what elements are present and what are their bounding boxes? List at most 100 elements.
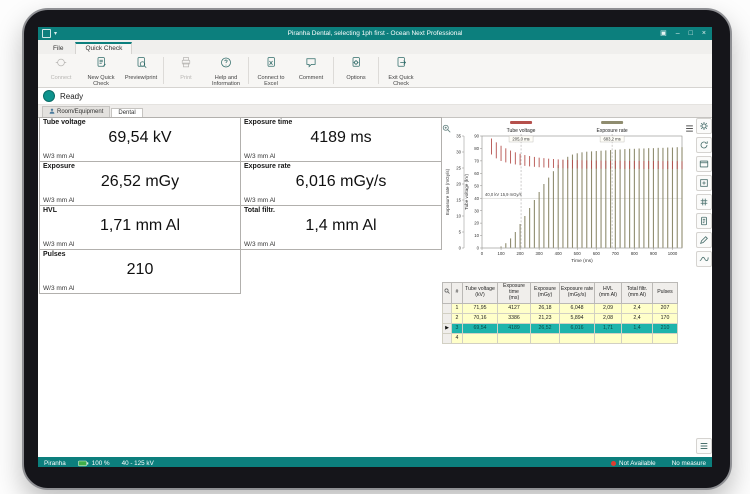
measurement-tube-voltage: Tube voltage69,54 kVW/3 mm Al (39, 117, 241, 162)
measurement-filter-note: W/3 mm Al (43, 285, 74, 292)
connection-status: Not Available (611, 460, 656, 467)
waveform-icon[interactable] (696, 251, 712, 267)
column-header-exposure-time[interactable]: Exposure time(ms) (498, 283, 531, 304)
measurement-hvl: HVL1,71 mm AlW/3 mm Al (39, 205, 241, 250)
rate-tick-label: 25 (456, 166, 461, 171)
rate-tick-label: 5 (459, 230, 462, 235)
table-cell: 6,016 (560, 323, 595, 333)
column-header-exposure-rate[interactable]: Exposure rate(mGy/s) (560, 283, 595, 304)
grid-icon[interactable] (696, 194, 712, 210)
comment-icon (305, 56, 317, 74)
ribbon-button-new-quick-check[interactable]: New Quick Check (81, 54, 121, 87)
ribbon-button-label: Exit Quick Check (382, 75, 420, 88)
rate-tick-label: 30 (456, 150, 461, 155)
x-tick-label: 700 (612, 251, 620, 256)
ribbon-button-connect[interactable]: Connect (41, 54, 81, 87)
options-icon (350, 56, 362, 74)
tab-dental[interactable]: Dental (111, 108, 142, 117)
ribbon-tab-row: FileQuick Check (38, 40, 712, 54)
ribbon-button-options[interactable]: Options (336, 54, 376, 87)
ribbon-button-preview-print[interactable]: Preview/print (121, 54, 161, 87)
kv-tick-label: 30 (474, 208, 479, 213)
ribbon-tab-file[interactable]: File (44, 43, 72, 54)
column-header-pulses[interactable]: Pulses (653, 283, 678, 304)
connect-excel-icon (265, 56, 277, 74)
measurement-label: Exposure (43, 163, 75, 170)
settings-icon[interactable] (696, 118, 712, 134)
legend-label-exposure-rate: Exposure rate (597, 128, 628, 134)
chart-menu-icon[interactable] (685, 120, 694, 138)
legend-swatch-exposure-rate[interactable] (601, 121, 623, 124)
measurement-label: Pulses (43, 251, 66, 258)
row-number: 2 (452, 313, 463, 323)
column-unit: (mGy/s) (560, 293, 594, 299)
ribbon-button-exit-quick-check[interactable]: Exit Quick Check (381, 54, 421, 87)
table-cell: 207 (653, 303, 678, 313)
row-marker: ▶ (443, 323, 452, 333)
table-row[interactable]: 270,16338621,235,8942,082,4170 (443, 313, 678, 323)
measurement-value: 69,54 kV (40, 129, 240, 147)
edit-icon[interactable] (696, 232, 712, 248)
new-quick-check-icon (95, 56, 107, 74)
column-unit: (mGy) (531, 293, 559, 299)
table-cell: 26,52 (531, 323, 560, 333)
ready-status-icon (43, 90, 55, 102)
measurement-label: HVL (43, 207, 57, 214)
ribbon-button-row: Connect New Quick CheckPreview/printPrint… (38, 54, 712, 87)
table-row[interactable]: ▶369,54418926,526,0161,711,4210 (443, 323, 678, 333)
table-zoom-icon[interactable] (443, 283, 452, 304)
ribbon-button-print[interactable]: Print (166, 54, 206, 87)
status-bar-right: Not Available No measure (611, 460, 706, 467)
measurement-value: 26,52 mGy (40, 173, 240, 191)
app-icon[interactable]: ▾ (42, 29, 57, 38)
zoom-extents-icon[interactable] (696, 175, 712, 191)
window-title: Piranha Dental, selecting 1ph first - Oc… (38, 27, 712, 40)
column-header-num[interactable]: # (452, 283, 463, 304)
column-header-exposure[interactable]: Exposure(mGy) (531, 283, 560, 304)
ribbon-button-comment[interactable]: Comment (291, 54, 331, 87)
ribbon-button-label: Connect to Excel (252, 75, 290, 88)
ribbon-button-help-and-information[interactable]: Help and Information (206, 54, 246, 87)
table-cell (463, 333, 498, 343)
table-row[interactable]: 4 (443, 333, 678, 343)
table-row[interactable]: 171,95412726,186,0482,092,4207 (443, 303, 678, 313)
column-header-hvl[interactable]: HVL(mm Al) (595, 283, 622, 304)
table-cell: 2,09 (595, 303, 622, 313)
close-icon[interactable]: × (702, 27, 706, 40)
ready-status-text: Ready (60, 92, 83, 101)
ribbon-button-label: Connect (51, 75, 72, 81)
ribbon-tab-quick-check[interactable]: Quick Check (75, 42, 132, 54)
measurement-filter-note: W/3 mm Al (43, 153, 74, 160)
x-tick-label: 800 (631, 251, 639, 256)
reset-view-icon[interactable] (696, 137, 712, 153)
minimize-icon[interactable]: – (676, 27, 680, 40)
list-icon[interactable] (696, 438, 712, 454)
legend-swatch-tube-voltage[interactable] (510, 121, 532, 124)
column-header-tube-voltage[interactable]: Tube voltage(kV) (463, 283, 498, 304)
rate-tick-label: 35 (456, 134, 461, 139)
pulse-chart[interactable]: 0510152025303501020304050607080900100200… (442, 120, 690, 278)
report-icon[interactable] (696, 213, 712, 229)
table-cell: 2,4 (622, 303, 653, 313)
tab-room-equipment[interactable]: Room/Equipment (42, 106, 110, 117)
x-tick-label: 200 (517, 251, 525, 256)
measurement-grid: Tube voltage69,54 kVW/3 mm AlExposure ti… (40, 118, 442, 294)
pin-icon[interactable]: ▣ (660, 27, 667, 40)
table-cell (560, 333, 595, 343)
ribbon-button-connect-to-excel[interactable]: Connect to Excel (251, 54, 291, 87)
table-cell: 2,4 (622, 313, 653, 323)
table-cell: 170 (653, 313, 678, 323)
window-layout-icon[interactable] (696, 156, 712, 172)
measurement-exposure: Exposure26,52 mGyW/3 mm Al (39, 161, 241, 206)
kv-tick-label: 60 (474, 171, 479, 176)
column-header-total-filtr[interactable]: Total filtr.(mm Al) (622, 283, 653, 304)
main-content: Tube voltage69,54 kVW/3 mm AlExposure ti… (38, 118, 712, 457)
ribbon-button-label: Comment (299, 75, 323, 81)
measurement-exposure-rate: Exposure rate6,016 mGy/sW/3 mm Al (240, 161, 442, 206)
measurement-filter-note: W/3 mm Al (43, 241, 74, 248)
maximize-icon[interactable]: □ (689, 27, 693, 40)
table-cell: 70,16 (463, 313, 498, 323)
chart-zoom-icon[interactable] (442, 120, 451, 138)
measurement-pulses: Pulses210W/3 mm Al (39, 249, 241, 294)
table-cell: 71,95 (463, 303, 498, 313)
